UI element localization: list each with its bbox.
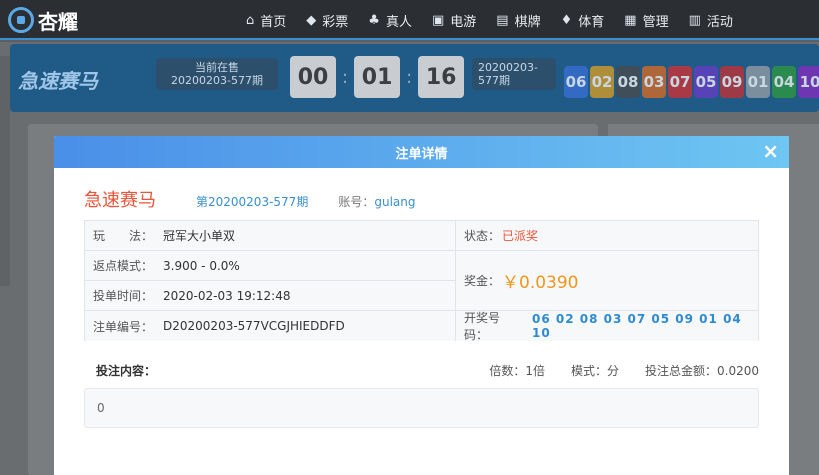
bet-summary-row: 急速赛马 第20200203-577期 账号：gulang bbox=[84, 186, 415, 212]
nav-item-0[interactable]: ⌂ 首页 bbox=[236, 0, 296, 40]
order-label: 注单编号： bbox=[93, 319, 154, 334]
slots-icon: ▣ bbox=[431, 12, 445, 28]
nav-item-6[interactable]: ▦ 管理 bbox=[614, 0, 678, 40]
current-sale-issue: 20200203-577期 bbox=[171, 74, 263, 87]
order-value: D20200203-577VCGJHIEDDFD bbox=[163, 319, 345, 333]
home-icon: ⌂ bbox=[246, 12, 255, 28]
last-issue-box: 20200203- 577期 bbox=[472, 58, 556, 90]
draw-ball: 10 bbox=[798, 66, 819, 98]
account-label: 账号： bbox=[338, 195, 375, 209]
content-label: 投注内容： bbox=[96, 364, 157, 378]
rebate-value: 3.900 - 0.0% bbox=[163, 258, 240, 273]
left-sidebar-edge bbox=[0, 56, 10, 286]
total-amount: 投注总金额：0.0200 bbox=[645, 364, 759, 378]
timer-separator: : bbox=[342, 66, 349, 88]
play-label: 玩 法： bbox=[93, 229, 154, 243]
draw-numbers: 06 02 08 03 07 05 09 01 04 10 bbox=[532, 312, 742, 340]
bet-detail-table: 玩 法： 冠军大小单双 状态： 已派奖 返点模式： 3.900 - 0.0% 奖… bbox=[84, 220, 759, 342]
nav-item-1[interactable]: ◆ 彩票 bbox=[296, 0, 358, 40]
draw-label: 开奖号码： bbox=[464, 311, 501, 342]
close-icon[interactable]: × bbox=[762, 141, 779, 161]
bet-content-value: 0 bbox=[97, 401, 105, 415]
live-icon: ♣ bbox=[368, 12, 380, 28]
nav-item-5[interactable]: ♦ 体育 bbox=[551, 0, 615, 40]
nav-item-3[interactable]: ▣ 电游 bbox=[422, 0, 486, 40]
mode-value: 模式：分 bbox=[570, 364, 619, 378]
modal-title: 注单详情 bbox=[395, 146, 448, 162]
nav-item-label: 电游 bbox=[450, 14, 477, 30]
draw-ball: 06 bbox=[564, 66, 588, 98]
nav-item-label: 彩票 bbox=[322, 14, 349, 30]
draw-ball: 09 bbox=[720, 66, 744, 98]
draw-ball: 04 bbox=[772, 66, 796, 98]
nav-item-label: 棋牌 bbox=[514, 14, 541, 30]
nav-item-label: 管理 bbox=[642, 14, 669, 30]
draw-ball: 05 bbox=[694, 66, 718, 98]
top-nav: 杏耀 ⌂ 首页 ◆ 彩票 ♣ 真人 ▣ 电游 ▤ 棋牌 ♦ 体育 ▦ 管理 ▥ 活动 bbox=[0, 0, 819, 40]
last-issue-line1: 20200203- bbox=[478, 61, 538, 74]
bet-content-box: 0 bbox=[84, 388, 759, 428]
prize-label: 奖金： bbox=[464, 274, 501, 288]
modal-header: 注单详情 × bbox=[54, 136, 789, 168]
game-logo-text: 急速赛马 bbox=[18, 68, 98, 93]
nav-item-4[interactable]: ▤ 棋牌 bbox=[486, 0, 550, 40]
cards-icon: ▤ bbox=[496, 12, 509, 28]
prize-cell: 奖金： ￥0.0390 bbox=[456, 251, 758, 311]
current-sale-label: 当前在售 bbox=[195, 61, 239, 74]
manage-icon: ▦ bbox=[624, 12, 637, 28]
draw-cell: 开奖号码： 06 02 08 03 07 05 09 01 04 10 bbox=[456, 311, 758, 342]
rebate-label: 返点模式： bbox=[93, 259, 154, 273]
timer-separator: : bbox=[406, 66, 413, 88]
logo-text: 杏耀 bbox=[38, 9, 78, 34]
status-label: 状态： bbox=[464, 229, 501, 243]
prize-value: ￥0.0390 bbox=[502, 273, 579, 293]
bet-detail-modal: 注单详情 × 急速赛马 第20200203-577期 账号：gulang 玩 法… bbox=[54, 136, 789, 475]
status-cell: 状态： 已派奖 bbox=[456, 221, 758, 251]
site-logo[interactable]: 杏耀 bbox=[8, 4, 78, 36]
nav-item-label: 真人 bbox=[385, 14, 412, 30]
nav-item-7[interactable]: ▥ 活动 bbox=[679, 0, 743, 40]
bet-meta: 倍数：1倍 模式：分 投注总金额：0.0200 bbox=[489, 362, 759, 379]
nav-items: ⌂ 首页 ◆ 彩票 ♣ 真人 ▣ 电游 ▤ 棋牌 ♦ 体育 ▦ 管理 ▥ 活动 bbox=[236, 0, 743, 40]
draw-ball: 07 bbox=[668, 66, 692, 98]
game-name: 急速赛马 bbox=[84, 190, 156, 211]
bet-content-header: 投注内容： 倍数：1倍 模式：分 投注总金额：0.0200 bbox=[96, 362, 759, 379]
last-issue-line2: 577期 bbox=[478, 74, 510, 87]
draw-balls: 06 02 08 03 07 05 09 01 04 10 bbox=[564, 66, 819, 98]
order-cell: 注单编号： D20200203-577VCGJHIEDDFD bbox=[85, 311, 456, 341]
time-cell: 投单时间： 2020-02-03 19:12:48 bbox=[85, 281, 456, 311]
lottery-icon: ◆ bbox=[306, 12, 317, 28]
promo-icon: ▥ bbox=[688, 12, 701, 28]
issue-number: 第20200203-577期 bbox=[196, 195, 309, 209]
timer-seconds: 16 bbox=[418, 56, 465, 98]
timer-hours: 00 bbox=[290, 56, 336, 98]
logo-icon bbox=[8, 7, 34, 33]
account-info: 账号：gulang bbox=[338, 193, 415, 210]
nav-item-label: 首页 bbox=[260, 14, 287, 30]
multiple-value: 倍数：1倍 bbox=[489, 364, 545, 378]
sports-icon: ♦ bbox=[560, 12, 573, 28]
draw-ball: 03 bbox=[642, 66, 666, 98]
draw-ball: 01 bbox=[746, 66, 770, 98]
draw-ball: 02 bbox=[590, 66, 614, 98]
draw-ball: 08 bbox=[616, 66, 640, 98]
nav-item-label: 活动 bbox=[706, 14, 733, 30]
time-value: 2020-02-03 19:12:48 bbox=[163, 288, 291, 303]
game-logo: 急速赛马 bbox=[18, 52, 130, 106]
countdown-timer: 00 : 01 : 16 bbox=[290, 56, 465, 98]
play-cell: 玩 法： 冠军大小单双 bbox=[85, 221, 456, 251]
status-value: 已派奖 bbox=[502, 229, 539, 243]
nav-item-label: 体育 bbox=[578, 14, 605, 30]
account-value: gulang bbox=[374, 195, 416, 209]
rebate-cell: 返点模式： 3.900 - 0.0% bbox=[85, 251, 456, 281]
current-sale-box: 当前在售 20200203-577期 bbox=[156, 58, 278, 90]
play-value: 冠军大小单双 bbox=[163, 229, 236, 243]
timer-minutes: 01 bbox=[354, 56, 401, 98]
nav-item-2[interactable]: ♣ 真人 bbox=[358, 0, 422, 40]
time-label: 投单时间： bbox=[93, 289, 154, 303]
